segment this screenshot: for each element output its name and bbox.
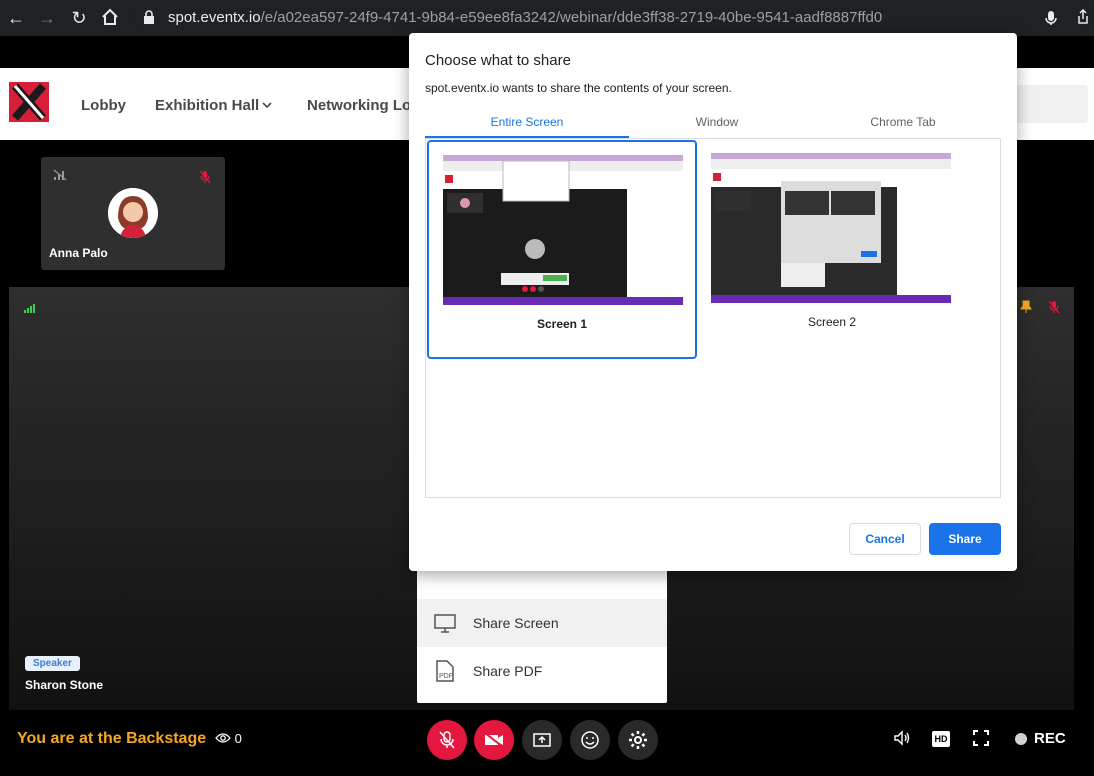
eventx-logo[interactable] xyxy=(9,82,49,122)
pdf-icon: PDF xyxy=(433,659,457,683)
screen-list-panel: Screen 1 Screen 2 xyxy=(425,139,1001,498)
lock-icon xyxy=(143,10,155,30)
dialog-title: Choose what to share xyxy=(425,52,571,69)
hd-quality-button[interactable]: HD xyxy=(932,731,950,747)
mute-mic-button[interactable] xyxy=(427,720,467,760)
camera-off-button[interactable] xyxy=(474,720,514,760)
attendee-tile[interactable]: Anna Palo xyxy=(41,157,225,270)
nav-exhibition-hall[interactable]: Exhibition Hall xyxy=(155,97,259,114)
share-dialog: Choose what to share spot.eventx.io want… xyxy=(409,33,1017,571)
nav-networking-lounge[interactable]: Networking Lou xyxy=(307,97,420,114)
speaker-name: Sharon Stone xyxy=(25,678,104,692)
bottom-control-bar: You are at the Backstage 0 HD REC xyxy=(0,710,1094,776)
share-pdf-item[interactable]: PDF Share PDF xyxy=(417,647,667,695)
browser-toolbar: ← → ↻ spot.eventx.io/e/a02ea597-24f9-474… xyxy=(0,0,1094,36)
share-button[interactable]: Share xyxy=(929,523,1001,555)
viewer-count: 0 xyxy=(215,731,242,747)
share-menu: Share Screen PDF Share PDF xyxy=(417,569,667,703)
tab-chrome-tab[interactable]: Chrome Tab xyxy=(805,115,1001,129)
mic-off-icon xyxy=(439,731,455,749)
attendee-name: Anna Palo xyxy=(49,246,108,260)
share-screen-item[interactable]: Share Screen xyxy=(417,599,667,647)
camera-off-icon xyxy=(484,732,504,748)
smiley-icon xyxy=(581,731,599,749)
share-screen-button[interactable] xyxy=(522,720,562,760)
monitor-icon xyxy=(433,611,457,635)
chevron-down-icon[interactable] xyxy=(261,98,273,116)
search-input[interactable] xyxy=(1010,85,1088,123)
avatar xyxy=(108,188,158,238)
speaker-mic-muted-icon xyxy=(1048,300,1060,319)
url-text[interactable]: spot.eventx.io/e/a02ea597-24f9-4741-9b84… xyxy=(168,9,882,26)
signal-strength-icon xyxy=(23,301,37,319)
screen-1-thumbnail xyxy=(443,155,683,305)
reload-icon[interactable]: ↻ xyxy=(69,8,89,28)
svg-text:PDF: PDF xyxy=(439,673,453,680)
backstage-status: You are at the Backstage xyxy=(17,730,207,747)
signal-off-icon xyxy=(53,168,67,186)
eye-icon xyxy=(215,732,231,747)
home-icon[interactable] xyxy=(100,8,120,28)
tab-entire-screen[interactable]: Entire Screen xyxy=(425,115,629,129)
nav-lobby[interactable]: Lobby xyxy=(81,97,126,114)
screen-2-thumbnail xyxy=(711,153,951,303)
record-label[interactable]: REC xyxy=(1034,730,1066,747)
screen-1-label: Screen 1 xyxy=(536,317,588,331)
active-tab-indicator xyxy=(425,136,629,138)
fullscreen-icon[interactable] xyxy=(973,730,989,749)
volume-icon[interactable] xyxy=(893,730,911,749)
dialog-subtitle: spot.eventx.io wants to share the conten… xyxy=(425,81,732,95)
reactions-button[interactable] xyxy=(570,720,610,760)
speaker-badge: Speaker xyxy=(25,656,80,671)
forward-icon[interactable]: → xyxy=(37,8,57,28)
screen-2-label: Screen 2 xyxy=(807,315,857,329)
record-indicator xyxy=(1015,733,1027,745)
settings-button[interactable] xyxy=(618,720,658,760)
back-icon[interactable]: ← xyxy=(6,8,26,28)
cancel-button[interactable]: Cancel xyxy=(849,523,921,555)
screen-option-2[interactable]: Screen 2 xyxy=(697,140,967,359)
screen-share-icon xyxy=(533,733,551,747)
screen-option-1[interactable]: Screen 1 xyxy=(427,140,697,359)
tab-window[interactable]: Window xyxy=(629,115,805,129)
microphone-icon[interactable] xyxy=(1045,10,1057,31)
gear-icon xyxy=(629,731,647,749)
share-page-icon[interactable] xyxy=(1076,8,1090,30)
mic-muted-icon xyxy=(199,170,211,189)
pin-icon[interactable] xyxy=(1020,300,1032,319)
